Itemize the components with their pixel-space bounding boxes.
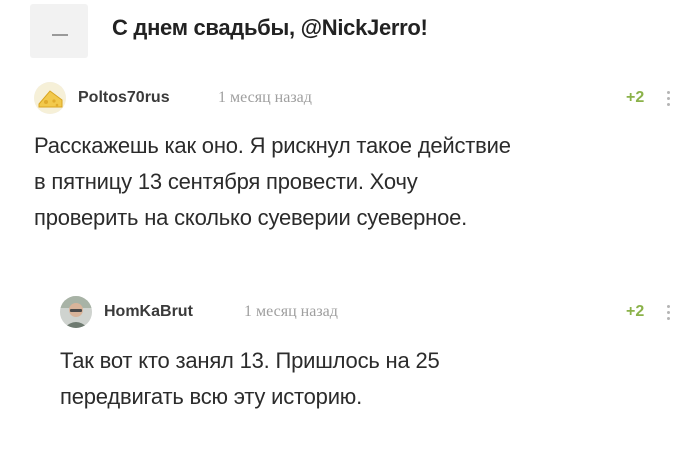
comment-rating: +2: [626, 303, 645, 320]
vertical-dots-icon[interactable]: [667, 91, 671, 107]
comment-username[interactable]: Poltos70rus: [78, 89, 170, 107]
minus-icon: [52, 34, 68, 36]
comment-time[interactable]: 1 месяц назад: [244, 303, 338, 321]
comment-line: проверить на сколько суеверии суеверное.: [34, 205, 468, 230]
collapse-button[interactable]: [30, 4, 88, 58]
comment-body: Так вот кто занял 13. Пришлось на 25 пер…: [60, 343, 440, 415]
avatar[interactable]: [34, 82, 66, 114]
user-photo-avatar-icon: [60, 296, 92, 328]
comment-line: в пятницу 13 сентября провести. Хочу: [34, 169, 418, 194]
vertical-dots-icon[interactable]: [667, 305, 671, 321]
comment-rating: +2: [626, 89, 645, 106]
comment-username[interactable]: HomKaBrut: [104, 303, 193, 321]
cheese-avatar-icon: [34, 82, 66, 114]
avatar[interactable]: [60, 296, 92, 328]
comment-body: Расскажешь как оно. Я рискнул такое дейс…: [34, 128, 511, 236]
comment-line: передвигать всю эту историю.: [60, 384, 363, 409]
post-title[interactable]: С днем свадьбы, @NickJerro!: [112, 15, 428, 41]
comment-time[interactable]: 1 месяц назад: [218, 89, 312, 107]
comment-line: Расскажешь как оно. Я рискнул такое дейс…: [34, 133, 511, 158]
comment-line: Так вот кто занял 13. Пришлось на 25: [60, 348, 440, 373]
